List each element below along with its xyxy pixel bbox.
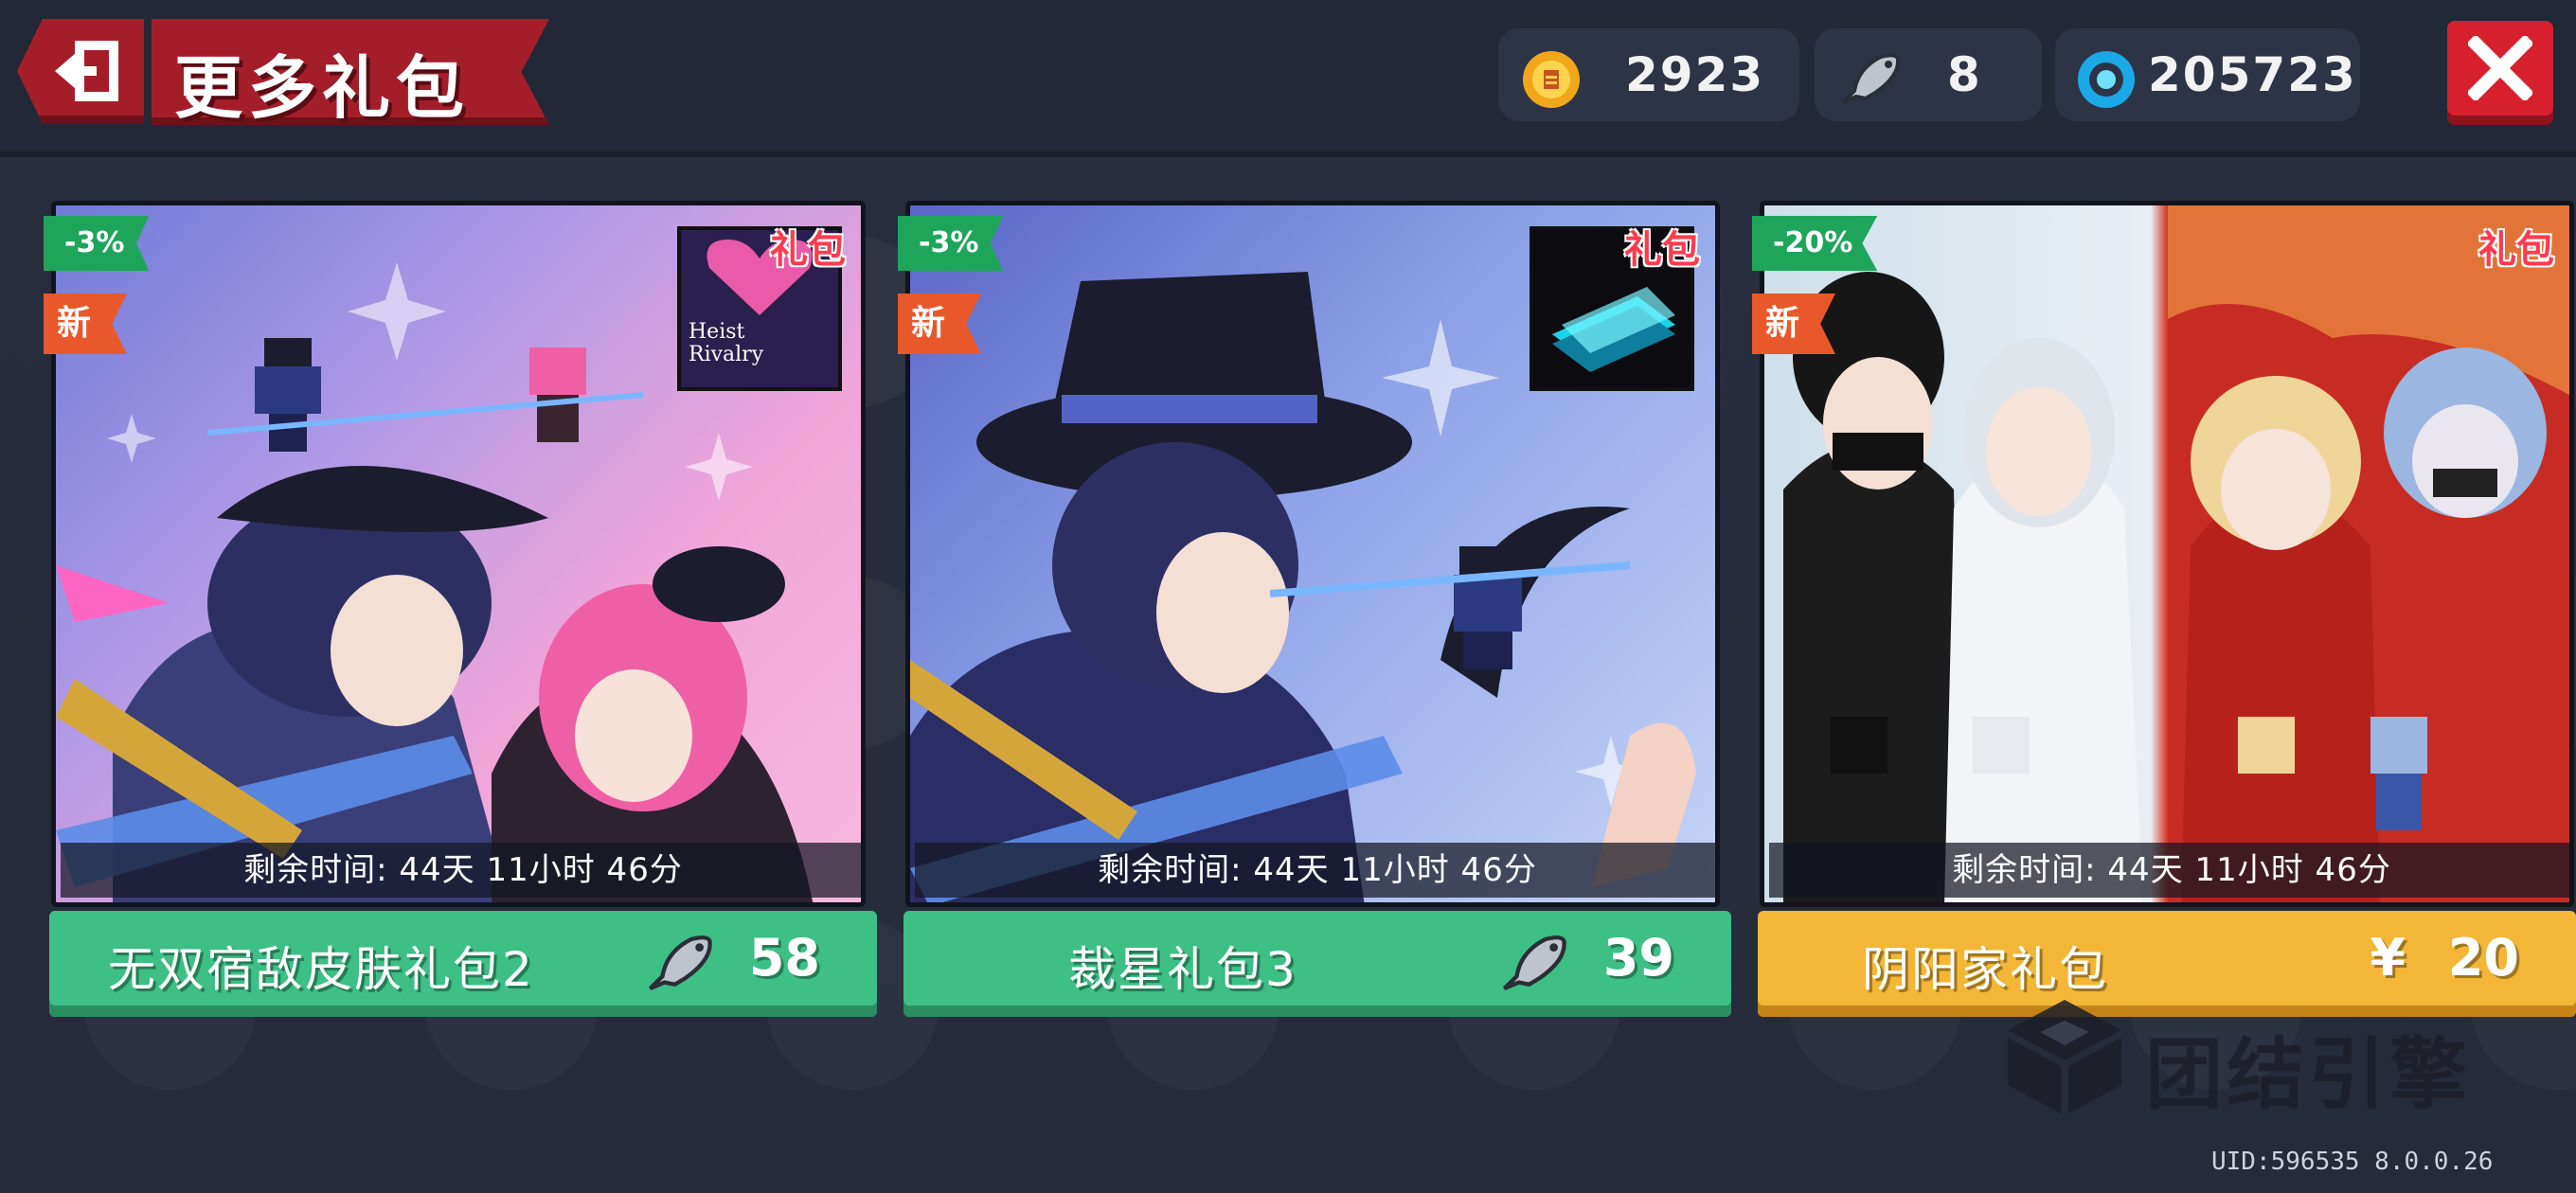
close-button[interactable] — [2447, 21, 2553, 125]
pack-card-2[interactable]: 礼包 剩余时间: 44天 11小时 46分 -3% 新 裁星礼包3 39 — [898, 201, 1731, 1017]
fish-icon — [1502, 935, 1566, 991]
buy-button-2[interactable]: 裁星礼包3 39 — [903, 911, 1731, 1017]
pack-name: 阴阳家礼包 — [1862, 942, 2108, 997]
gem-value: 205723 — [2148, 47, 2357, 102]
pack-name: 裁星礼包3 — [1068, 942, 1297, 997]
pack-tag: 礼包 — [2478, 228, 2554, 272]
currency-gem: 205723 — [2055, 28, 2360, 121]
pack-timer: 剩余时间: 44天 11小时 46分 — [915, 843, 1715, 898]
fish-icon — [1841, 53, 1901, 104]
discount-badge: -20% — [1752, 216, 1878, 271]
pack-card-1[interactable]: Heist Rivalry 礼包 剩余时间: 44天 11小时 46分 -3% … — [44, 201, 877, 1017]
uid-label: UID:596535 8.0.0.26 — [2211, 1148, 2494, 1176]
album-title: Heist Rivalry — [689, 320, 764, 366]
page-title-banner: 更多礼包 — [152, 19, 549, 125]
currency-fish: 8 — [1815, 28, 2042, 121]
pack-tag: 礼包 — [770, 228, 846, 272]
fish-icon — [648, 935, 712, 991]
pack-timer: 剩余时间: 44天 11小时 46分 — [61, 843, 861, 898]
page-title: 更多礼包 — [174, 48, 471, 128]
discount-badge: -3% — [44, 216, 150, 271]
fish-value: 8 — [1947, 47, 1982, 102]
exit-icon — [55, 41, 118, 101]
top-bar: 更多礼包 2923 8 205723 — [0, 0, 2576, 157]
watermark-text: 团结引擎 — [2145, 1030, 2472, 1120]
pack-tag: 礼包 — [1624, 228, 1700, 272]
buy-button-1[interactable]: 无双宿敌皮肤礼包2 58 — [49, 911, 877, 1017]
cube-logo-icon — [2008, 1000, 2121, 1113]
character-illustration — [1783, 205, 2569, 902]
gold-coin-icon — [1523, 51, 1580, 108]
close-icon — [2468, 36, 2532, 100]
pack-price: 58 — [748, 928, 820, 988]
currency-gold: 2923 — [1498, 28, 1799, 121]
pack-timer: 剩余时间: 44天 11小时 46分 — [1769, 843, 2569, 898]
pack-price: 20 — [2447, 928, 2519, 988]
engine-watermark: 团结引擎 — [1998, 994, 2491, 1120]
pack-price: 39 — [1602, 928, 1674, 988]
pack-art-3: 礼包 剩余时间: 44天 11小时 46分 — [1760, 201, 2574, 907]
gold-value: 2923 — [1625, 47, 1765, 102]
discount-badge: -3% — [898, 216, 1004, 271]
yen-symbol: ¥ — [2370, 928, 2406, 988]
pack-name: 无双宿敌皮肤礼包2 — [108, 942, 534, 997]
pack-art-1: Heist Rivalry 礼包 剩余时间: 44天 11小时 46分 — [51, 201, 866, 907]
pack-art-2: 礼包 剩余时间: 44天 11小时 46分 — [905, 201, 1720, 907]
pack-card-3[interactable]: 礼包 剩余时间: 44天 11小时 46分 -20% 新 阴阳家礼包 ¥ 20 — [1752, 201, 2576, 1017]
back-button[interactable] — [17, 19, 144, 123]
gem-icon — [2078, 51, 2135, 108]
